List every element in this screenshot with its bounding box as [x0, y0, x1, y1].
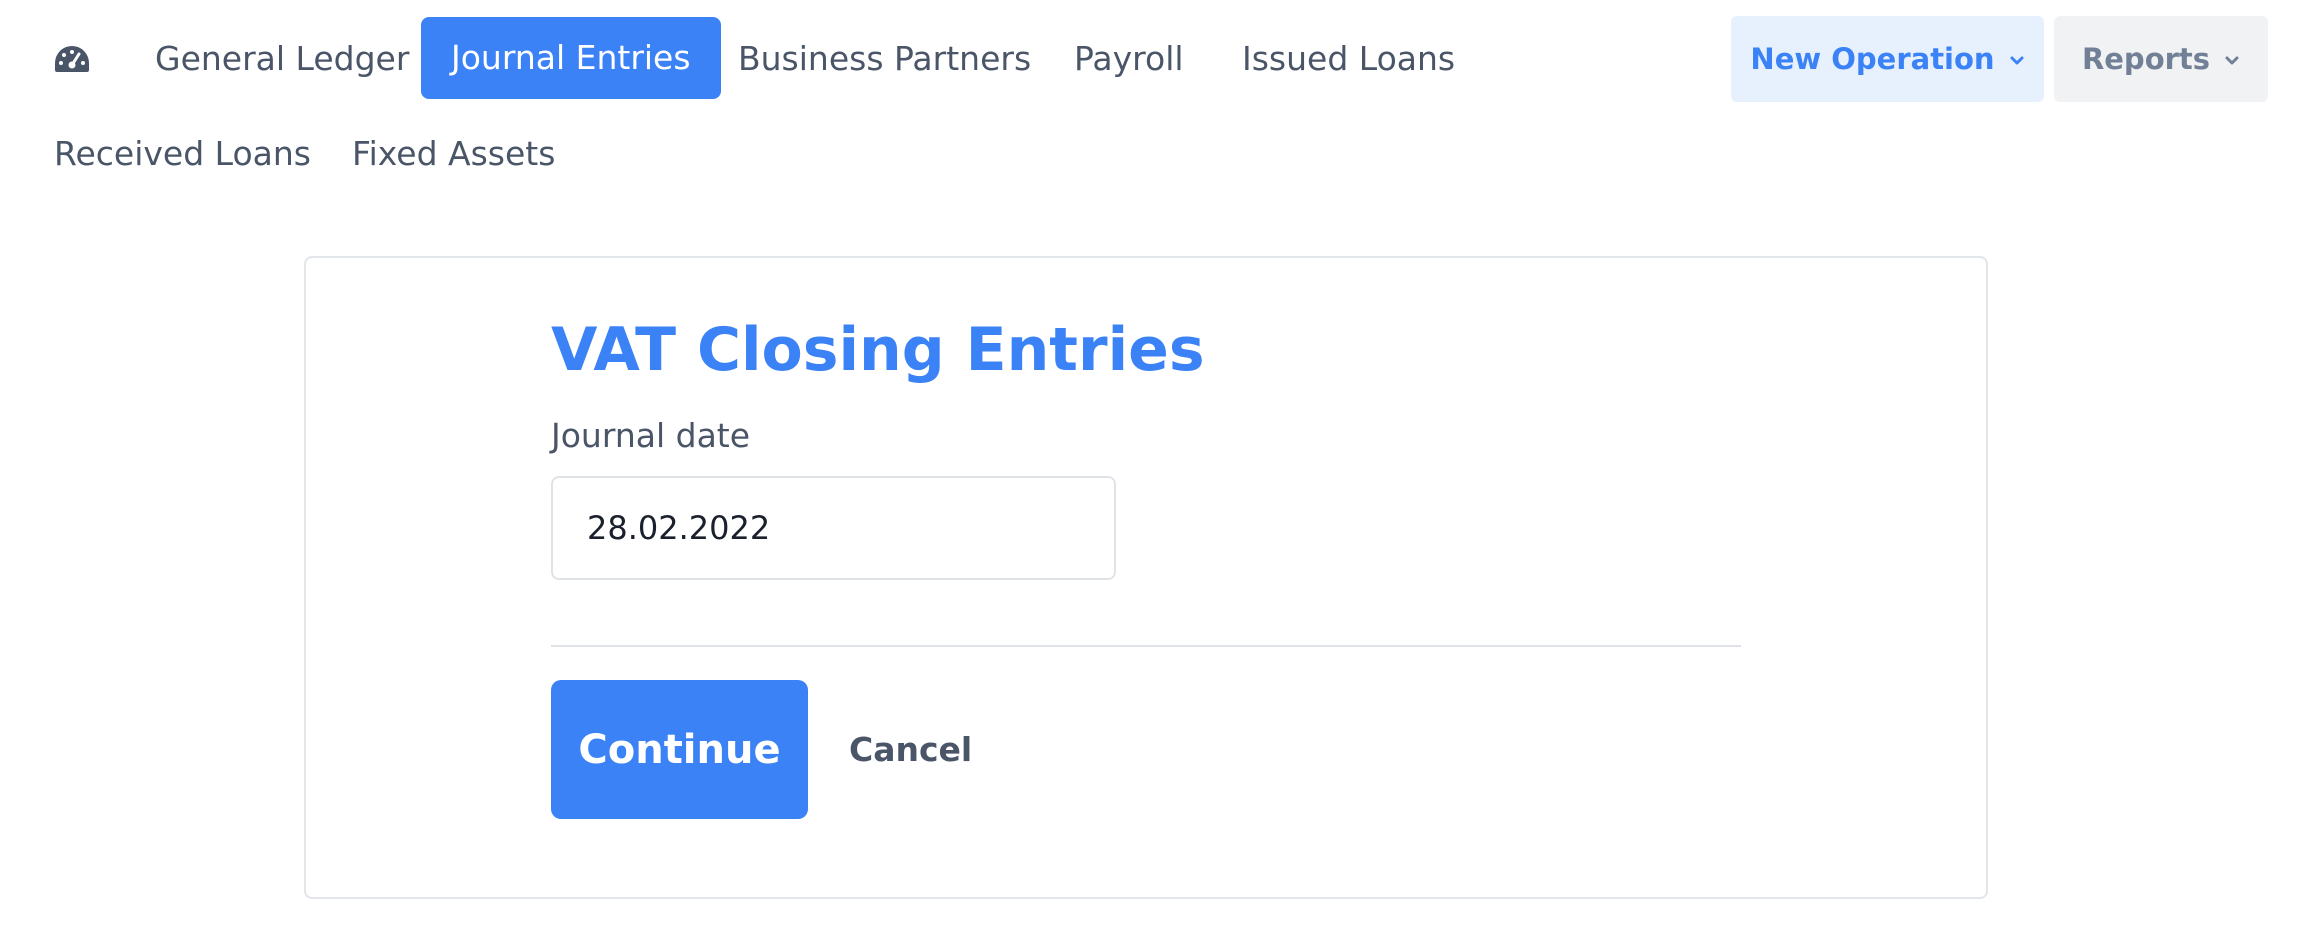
- nav-item-journal-entries[interactable]: Journal Entries: [421, 17, 721, 99]
- nav-item-received-loans[interactable]: Received Loans: [54, 134, 311, 174]
- journal-date-label: Journal date: [551, 416, 751, 455]
- nav-item-payroll[interactable]: Payroll: [1074, 39, 1184, 79]
- nav-item-issued-loans[interactable]: Issued Loans: [1242, 39, 1455, 79]
- nav-item-fixed-assets[interactable]: Fixed Assets: [352, 134, 555, 174]
- cancel-button[interactable]: Cancel: [849, 728, 972, 772]
- top-navigation: General Ledger Journal Entries Business …: [0, 0, 2302, 200]
- reports-label: Reports: [2081, 42, 2211, 76]
- chevron-down-icon: [2225, 56, 2239, 65]
- page-title: VAT Closing Entries: [551, 315, 1205, 385]
- form-divider: [551, 645, 1741, 647]
- nav-item-general-ledger[interactable]: General Ledger: [155, 39, 409, 79]
- dashboard-gauge-icon[interactable]: [53, 44, 91, 74]
- continue-button[interactable]: Continue: [551, 680, 808, 819]
- reports-button[interactable]: Reports: [2054, 16, 2268, 102]
- journal-date-input[interactable]: [551, 476, 1116, 580]
- chevron-down-icon: [2010, 56, 2024, 65]
- new-operation-label: New Operation: [1750, 42, 1995, 76]
- new-operation-button[interactable]: New Operation: [1731, 16, 2044, 102]
- nav-item-business-partners[interactable]: Business Partners: [738, 39, 1031, 79]
